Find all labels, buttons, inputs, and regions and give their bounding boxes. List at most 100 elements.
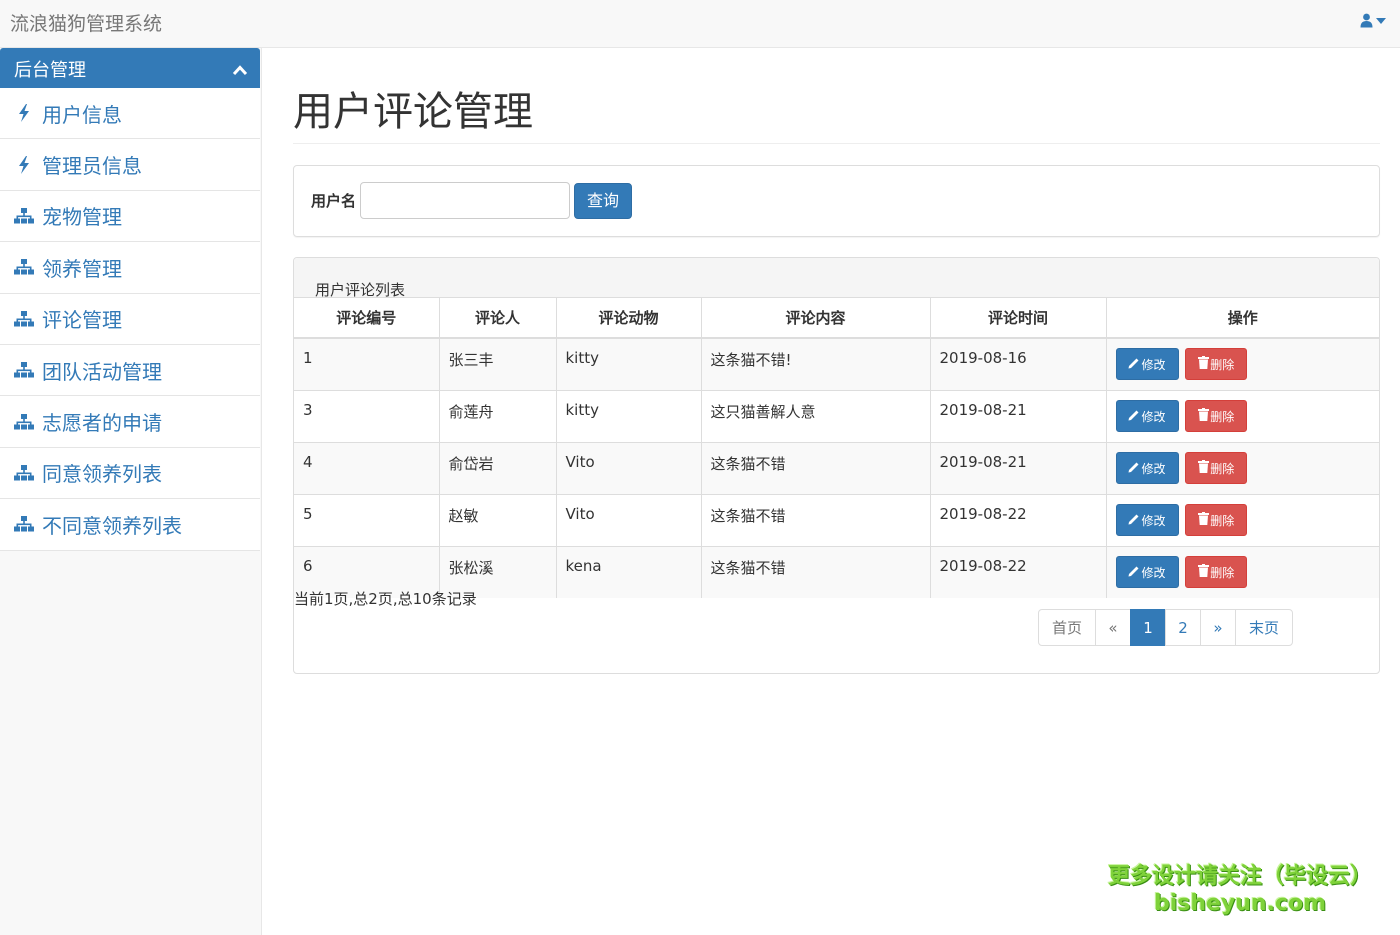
watermark-line-1: 更多设计请关注（毕设云）	[1107, 864, 1372, 889]
sidebar-item-pet-management[interactable]: 宠物管理	[0, 191, 260, 243]
cell-user: 俞莲舟	[439, 390, 557, 443]
page-prev[interactable]: «	[1095, 609, 1131, 646]
sidebar-item-label: 管理员信息	[42, 154, 142, 179]
delete-button[interactable]: 删除	[1185, 504, 1248, 536]
sidebar-item-approved-adoptions[interactable]: 同意领养列表	[0, 448, 260, 500]
sidebar-header[interactable]: 后台管理	[0, 48, 260, 88]
watermark: 更多设计请关注（毕设云） bisheyun.com	[1108, 858, 1372, 916]
page-last[interactable]: 末页	[1235, 609, 1293, 646]
column-header[interactable]: 评论动物	[556, 298, 702, 339]
cell-actions: 修改 删除	[1106, 442, 1379, 495]
sidebar-item-user-info[interactable]: 用户信息	[0, 88, 260, 140]
table-row: 3 俞莲舟 kitty 这只猫善解人意 2019-08-21 修改 删除	[294, 390, 1379, 443]
watermark-line-2: bisheyun.com	[1153, 891, 1327, 916]
cell-time: 2019-08-21	[930, 390, 1107, 443]
cell-animal: kena	[556, 546, 702, 598]
sidebar-item-volunteer-applications[interactable]: 志愿者的申请	[0, 396, 260, 448]
comment-table: 评论编号 评论人 评论动物 评论内容 评论时间 操作 1 张三丰 kitty 这…	[294, 298, 1379, 598]
sidebar-item-comment-management[interactable]: 评论管理	[0, 294, 260, 345]
pencil-icon	[1128, 461, 1141, 476]
delete-button[interactable]: 删除	[1185, 556, 1248, 588]
trash-icon	[1198, 460, 1210, 476]
sidebar-item-label: 评论管理	[42, 308, 122, 333]
cell-user: 赵敏	[439, 494, 557, 547]
cell-time: 2019-08-21	[930, 442, 1107, 495]
delete-button[interactable]: 删除	[1185, 452, 1248, 484]
cell-id: 4	[294, 442, 440, 495]
column-header[interactable]: 评论内容	[701, 298, 931, 339]
cell-id: 3	[294, 390, 440, 443]
username-label: 用户名	[311, 192, 357, 210]
edit-button[interactable]: 修改	[1115, 556, 1179, 588]
sidebar-menu: 用户信息 管理员信息 宠物管理 领养管理 评论管理 团队活动管理 志愿者的申请	[0, 88, 260, 551]
sitemap-icon	[14, 362, 34, 378]
list-heading-text: 用户评论列表	[315, 281, 406, 299]
column-header[interactable]: 评论人	[439, 298, 557, 339]
cell-animal: Vito	[556, 442, 702, 495]
user-menu[interactable]	[1360, 13, 1386, 28]
trash-icon	[1198, 408, 1210, 424]
edit-button[interactable]: 修改	[1115, 452, 1179, 484]
edit-button[interactable]: 修改	[1115, 400, 1179, 432]
sitemap-icon	[14, 464, 34, 481]
page-next[interactable]: »	[1200, 609, 1236, 646]
chevron-up-icon	[232, 60, 248, 81]
sidebar-item-team-activity[interactable]: 团队活动管理	[0, 345, 260, 397]
cell-id: 1	[294, 337, 440, 391]
sidebar: 后台管理 用户信息 管理员信息 宠物管理 领养管理 评论管理 团队活动管理 志愿…	[0, 48, 262, 935]
sitemap-icon	[14, 310, 34, 327]
column-header: 操作	[1106, 298, 1379, 339]
cell-user: 俞岱岩	[439, 442, 557, 495]
cell-time: 2019-08-22	[930, 494, 1107, 547]
page-1[interactable]: 1	[1130, 609, 1166, 646]
comment-list-panel: 用户评论列表 评论编号 评论人 评论动物 评论内容 评论时间 操作 1 张三丰	[293, 257, 1380, 674]
delete-button[interactable]: 删除	[1185, 400, 1248, 432]
table-row: 1 张三丰 kitty 这条猫不错! 2019-08-16 修改 删除	[294, 337, 1379, 391]
sidebar-item-adoption-management[interactable]: 领养管理	[0, 242, 260, 294]
cell-animal: kitty	[556, 337, 702, 391]
sidebar-item-admin-info[interactable]: 管理员信息	[0, 139, 260, 191]
column-header[interactable]: 评论时间	[930, 298, 1107, 339]
sitemap-icon	[14, 413, 34, 430]
cell-id: 5	[294, 494, 440, 547]
cell-content: 这条猫不错	[701, 442, 931, 495]
username-input[interactable]	[360, 182, 570, 219]
cell-actions: 修改 删除	[1106, 337, 1379, 391]
delete-button[interactable]: 删除	[1185, 348, 1248, 380]
sidebar-title: 后台管理	[14, 60, 86, 81]
pencil-icon	[1128, 409, 1141, 424]
cell-time: 2019-08-22	[930, 546, 1107, 598]
cell-animal: Vito	[556, 494, 702, 547]
table-header-row: 评论编号 评论人 评论动物 评论内容 评论时间 操作	[294, 298, 1379, 339]
search-panel: 用户名 查询	[293, 165, 1380, 237]
cell-content: 这只猫善解人意	[701, 390, 931, 443]
list-panel-heading: 用户评论列表	[294, 258, 1379, 299]
cell-user: 张三丰	[439, 337, 557, 391]
trash-icon	[1198, 512, 1210, 528]
cell-content: 这条猫不错!	[701, 337, 931, 391]
page-title: 用户评论管理	[293, 88, 1380, 144]
sitemap-icon	[14, 259, 34, 275]
search-button[interactable]: 查询	[574, 183, 632, 219]
edit-button[interactable]: 修改	[1115, 504, 1179, 536]
sidebar-item-label: 用户信息	[42, 102, 122, 127]
sidebar-item-label: 不同意领养列表	[42, 513, 182, 538]
bolt-icon	[14, 155, 34, 174]
caret-down-icon	[1376, 17, 1386, 24]
sidebar-item-label: 领养管理	[42, 256, 122, 281]
edit-button[interactable]: 修改	[1115, 348, 1179, 380]
main-content: 用户评论管理 用户名 查询 用户评论列表 评论编号 评论人 评论动物 评论内容 …	[293, 48, 1380, 674]
cell-actions: 修改 删除	[1106, 546, 1379, 598]
user-icon	[1360, 13, 1373, 28]
pencil-icon	[1128, 513, 1141, 528]
cell-animal: kitty	[556, 390, 702, 443]
page-first[interactable]: 首页	[1038, 609, 1096, 646]
cell-content: 这条猫不错	[701, 546, 931, 598]
sitemap-icon	[14, 516, 34, 532]
cell-actions: 修改 删除	[1106, 390, 1379, 443]
app-brand[interactable]: 流浪猫狗管理系统	[10, 9, 162, 36]
pencil-icon	[1128, 357, 1141, 372]
page-2[interactable]: 2	[1165, 609, 1201, 646]
column-header[interactable]: 评论编号	[294, 298, 440, 339]
sidebar-item-rejected-adoptions[interactable]: 不同意领养列表	[0, 499, 260, 551]
